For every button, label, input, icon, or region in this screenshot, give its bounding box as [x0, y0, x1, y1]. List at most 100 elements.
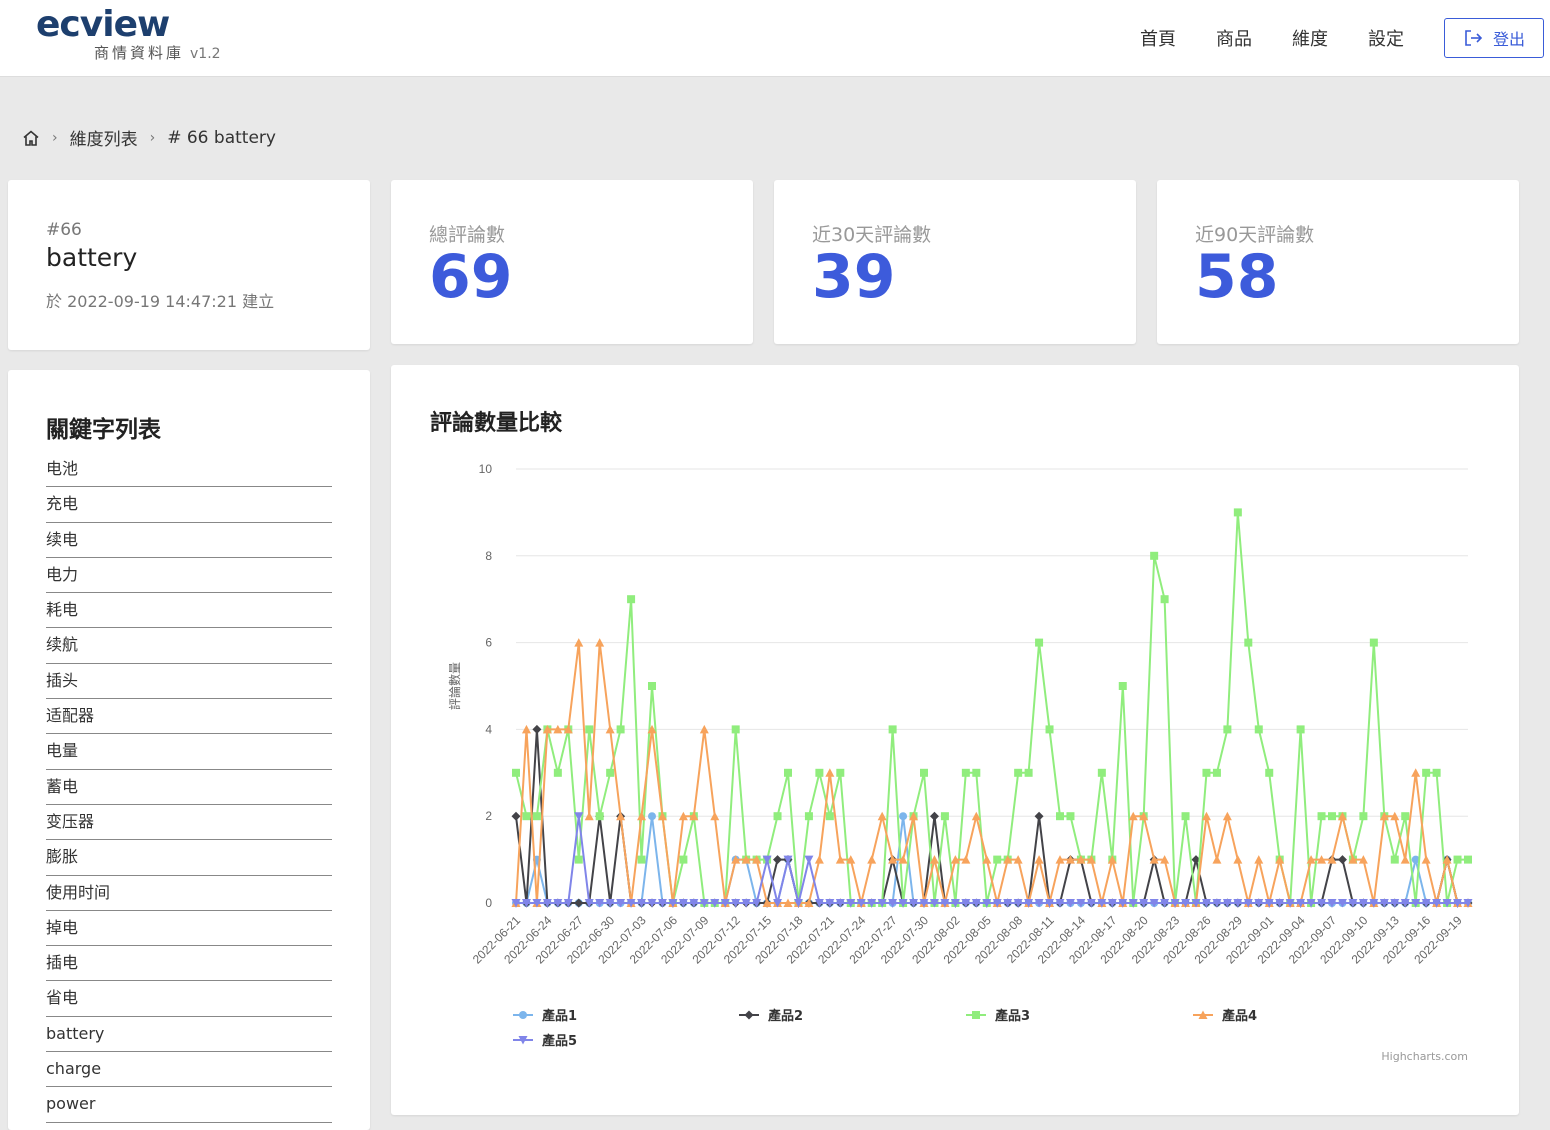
keyword-item[interactable]: 电量 [46, 734, 332, 770]
logout-label: 登出 [1492, 30, 1525, 49]
keyword-item[interactable]: 省电 [46, 981, 332, 1017]
data-point [814, 855, 824, 864]
data-point [1411, 768, 1421, 777]
data-point [1254, 725, 1263, 734]
nav-dimensions[interactable]: 維度 [1292, 25, 1328, 51]
logo[interactable]: ecview 商情資料庫 v1.2 [36, 7, 221, 63]
chevron-right-icon: › [52, 129, 58, 146]
keyword-item[interactable]: 充电 [46, 487, 332, 523]
legend-item-label[interactable]: 產品3 [994, 1008, 1030, 1024]
home-icon[interactable] [22, 129, 40, 147]
logo-subtitle-text: 商情資料庫 [94, 44, 185, 62]
data-point [585, 725, 594, 734]
y-tick-label: 0 [485, 896, 492, 910]
dimension-info-card: #66 battery 於 2022-09-19 14:47:21 建立 [8, 180, 370, 350]
stat-value: 69 [429, 242, 513, 312]
data-point [825, 768, 835, 777]
data-point [1118, 682, 1127, 690]
y-tick-label: 8 [485, 549, 492, 563]
legend-marker [519, 1011, 527, 1019]
data-point [1401, 812, 1410, 821]
data-point [648, 812, 656, 821]
keyword-item[interactable]: battery [46, 1017, 332, 1053]
keyword-item[interactable]: 适配器 [46, 699, 332, 735]
data-point [1014, 768, 1023, 777]
data-point [1034, 811, 1044, 821]
stat-card-90-days: 近90天評論數 58 [1157, 180, 1519, 344]
y-tick-label: 2 [485, 809, 492, 823]
nav-home[interactable]: 首頁 [1140, 25, 1176, 51]
keyword-item[interactable]: 电池 [46, 452, 332, 488]
data-point [804, 812, 813, 821]
data-point [773, 855, 783, 865]
data-point [595, 812, 604, 821]
breadcrumb: › 維度列表 › # 66 battery [22, 125, 276, 150]
data-point [1337, 855, 1347, 865]
chart-credit[interactable]: Highcharts.com [1381, 1050, 1468, 1063]
keyword-item[interactable]: 续航 [46, 628, 332, 664]
data-point [1066, 812, 1075, 821]
y-tick-label: 6 [485, 636, 492, 650]
data-point [1265, 768, 1274, 777]
data-point [1034, 855, 1044, 864]
data-point [888, 725, 897, 734]
keyword-item[interactable]: 插电 [46, 946, 332, 982]
keyword-item[interactable]: 耗电 [46, 593, 332, 629]
logo-subtitle: 商情資料庫 v1.2 [94, 42, 221, 63]
data-point [961, 768, 970, 777]
line-chart: 0246810評論數量2022-06-212022-06-242022-06-2… [447, 462, 1473, 1049]
nav-settings[interactable]: 設定 [1368, 25, 1404, 51]
data-point [648, 682, 656, 690]
keyword-item[interactable]: 蓄电 [46, 770, 332, 805]
legend-item-label[interactable]: 產品5 [541, 1033, 577, 1049]
nav-products[interactable]: 商品 [1216, 25, 1252, 51]
data-point [627, 595, 636, 604]
keyword-list-title: 關鍵字列表 [46, 417, 161, 443]
stat-value: 58 [1195, 242, 1279, 312]
keyword-item[interactable]: 续电 [46, 523, 332, 558]
data-point [1359, 812, 1368, 821]
data-point [1369, 638, 1378, 647]
data-point [1296, 725, 1305, 734]
breadcrumb-current: # 66 battery [167, 127, 276, 148]
data-point [679, 855, 688, 864]
keyword-item[interactable]: 膨胀 [46, 840, 332, 876]
data-point [1453, 855, 1462, 864]
data-point [1212, 768, 1221, 777]
legend-marker [744, 1010, 754, 1020]
data-point [574, 855, 583, 864]
data-point [616, 725, 625, 734]
data-point [511, 811, 521, 821]
breadcrumb-dimension-list[interactable]: 維度列表 [70, 125, 138, 150]
keyword-item[interactable]: 掉电 [46, 911, 332, 947]
data-point [1328, 812, 1336, 821]
keyword-item[interactable]: 变压器 [46, 805, 332, 841]
y-axis-title: 評論數量 [447, 662, 462, 710]
data-point [804, 855, 814, 865]
legend-item-label[interactable]: 產品2 [767, 1008, 803, 1024]
dimension-id: #66 [46, 220, 82, 240]
keyword-item[interactable]: 电力 [46, 558, 332, 594]
top-header: ecview 商情資料庫 v1.2 首頁 商品 維度 設定 登出 [0, 0, 1550, 77]
keyword-item[interactable]: charge [46, 1052, 332, 1088]
data-point [1045, 725, 1054, 734]
data-point [1390, 855, 1399, 864]
data-point [1422, 768, 1431, 777]
data-point [1233, 508, 1242, 517]
logout-button[interactable]: 登出 [1444, 18, 1544, 58]
legend-item-label[interactable]: 產品1 [541, 1008, 577, 1024]
data-point [532, 812, 541, 821]
keyword-item[interactable]: 插头 [46, 664, 332, 700]
data-point [1035, 638, 1044, 647]
keyword-item[interactable]: 使用时间 [46, 876, 332, 911]
dimension-name: battery [46, 243, 138, 272]
data-point [574, 898, 584, 908]
legend-item-label[interactable]: 產品4 [1221, 1008, 1257, 1024]
keyword-item[interactable]: power [46, 1087, 332, 1123]
data-point [972, 768, 981, 777]
data-point [920, 768, 928, 777]
data-point [1244, 638, 1253, 647]
legend-marker [972, 1011, 980, 1019]
data-point [1024, 768, 1033, 777]
data-point [784, 768, 792, 777]
